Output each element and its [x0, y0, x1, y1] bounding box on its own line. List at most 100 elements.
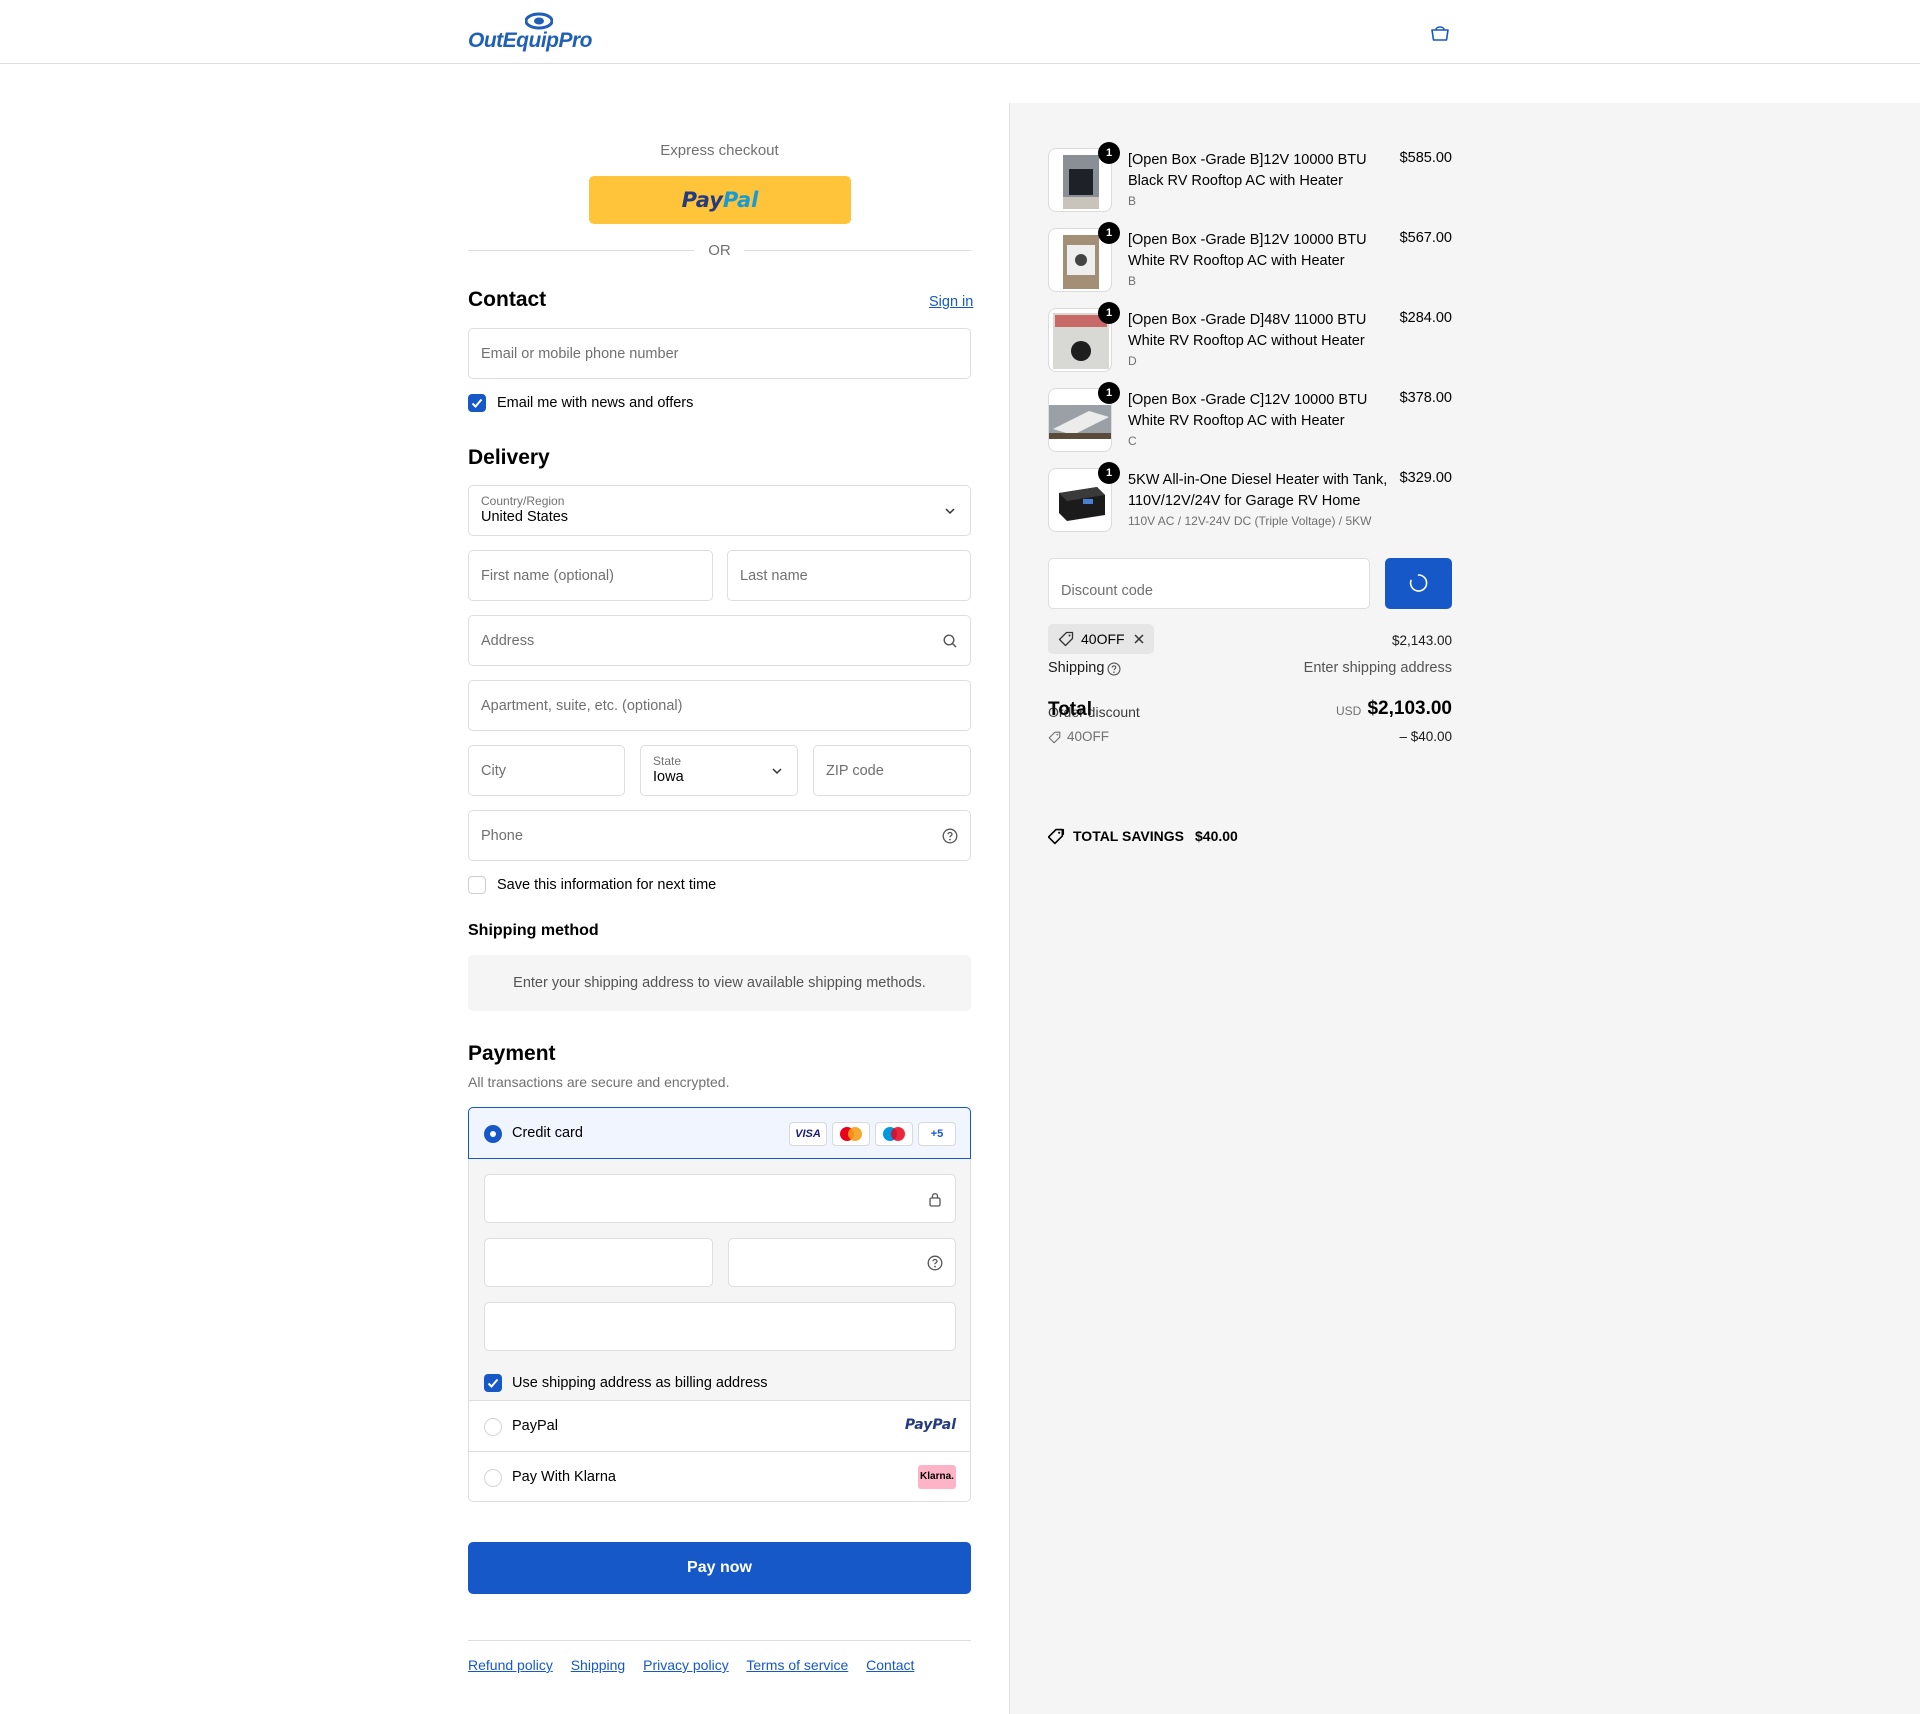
credit-card-radio[interactable]	[484, 1125, 502, 1143]
privacy-policy-link[interactable]: Privacy policy	[643, 1657, 729, 1673]
shopping-bag-icon[interactable]	[1430, 24, 1450, 42]
shipping-method-message: Enter your shipping address to view avai…	[468, 955, 971, 1011]
state-value: Iowa	[653, 769, 684, 785]
last-name-field[interactable]: Last name	[727, 550, 971, 601]
chevron-down-icon	[772, 767, 782, 774]
more-cards-badge: +5	[918, 1122, 956, 1146]
contact-link[interactable]: Contact	[866, 1657, 914, 1673]
search-icon	[943, 633, 957, 647]
phone-field[interactable]: Phone	[468, 810, 971, 861]
tag-icon	[1048, 731, 1061, 744]
security-code-field[interactable]	[728, 1238, 956, 1287]
first-name-field[interactable]: First name (optional)	[468, 550, 713, 601]
applied-code: 40OFF	[1081, 631, 1125, 647]
credit-card-form: Use shipping address as billing address	[469, 1159, 970, 1401]
shipping-method-heading: Shipping method	[468, 922, 599, 939]
savings-tag-icon	[1048, 828, 1065, 845]
news-label: Email me with news and offers	[497, 395, 694, 411]
item-name: [Open Box -Grade D]48V 11000 BTU White R…	[1128, 312, 1367, 349]
discount-code-field[interactable]: Discount code	[1048, 558, 1370, 609]
item-name: 5KW All-in-One Diesel Heater with Tank, …	[1128, 472, 1388, 509]
or-text: OR	[708, 242, 731, 259]
discount-placeholder: Discount code	[1061, 583, 1153, 599]
cart-item: 1 [Open Box -Grade D]48V 11000 BTU White…	[1048, 302, 1452, 378]
currency-code: USD	[1336, 704, 1362, 718]
address-field[interactable]: Address	[468, 615, 971, 666]
shipping-link[interactable]: Shipping	[571, 1657, 626, 1673]
discount-amount: – $40.00	[1399, 729, 1452, 744]
paypal-express-button[interactable]: Pay Pal	[589, 176, 851, 224]
klarna-logo: Klarna.	[918, 1465, 956, 1489]
logo-mark-icon	[525, 12, 553, 30]
item-price: $567.00	[1399, 230, 1452, 246]
item-name: [Open Box -Grade B]12V 10000 BTU White R…	[1128, 232, 1367, 269]
cart-item: 1 5KW All-in-One Diesel Heater with Tank…	[1048, 462, 1452, 538]
refund-policy-link[interactable]: Refund policy	[468, 1657, 553, 1673]
cart-item: 1 [Open Box -Grade C]12V 10000 BTU White…	[1048, 382, 1452, 458]
klarna-option[interactable]: Pay With Klarna Klarna.	[469, 1453, 970, 1502]
email-field[interactable]: Email or mobile phone number	[468, 328, 971, 379]
klarna-label: Pay With Klarna	[512, 1469, 616, 1485]
zip-placeholder: ZIP code	[826, 762, 884, 779]
lock-icon	[929, 1192, 941, 1207]
credit-card-label: Credit card	[512, 1125, 583, 1141]
check-icon	[487, 1378, 499, 1388]
subtotal-value: $2,143.00	[1391, 633, 1452, 648]
quantity-badge: 1	[1098, 142, 1120, 164]
state-select[interactable]: State Iowa	[640, 745, 798, 796]
billing-address-checkbox[interactable]	[484, 1374, 502, 1392]
state-label: State	[653, 754, 682, 768]
or-divider: OR	[468, 240, 971, 260]
billing-address-label: Use shipping address as billing address	[512, 1375, 768, 1391]
quantity-badge: 1	[1098, 222, 1120, 244]
zip-field[interactable]: ZIP code	[813, 745, 971, 796]
cart-item: 1 [Open Box -Grade B]12V 10000 BTU White…	[1048, 222, 1452, 298]
applied-discount-tag: 40OFF	[1048, 624, 1154, 654]
total-savings-label: TOTAL SAVINGS	[1073, 828, 1184, 844]
shipping-label: Shipping	[1048, 660, 1105, 676]
payment-subtitle: All transactions are secure and encrypte…	[468, 1074, 730, 1090]
payment-methods: Credit card VISA +5 Use shipping address…	[468, 1107, 971, 1502]
save-info-label: Save this information for next time	[497, 877, 717, 893]
spinner-icon	[1409, 574, 1428, 592]
paypal-logo-pal: Pal	[722, 188, 759, 212]
country-select[interactable]: Country/Region United States	[468, 485, 971, 536]
name-on-card-field[interactable]	[484, 1302, 956, 1351]
help-circle-icon[interactable]	[927, 1255, 943, 1271]
contact-heading: Contact	[468, 288, 547, 311]
sign-in-link[interactable]: Sign in	[929, 294, 973, 310]
expiration-date-field[interactable]	[484, 1238, 713, 1287]
save-info-checkbox[interactable]	[468, 876, 486, 894]
footer-divider	[468, 1640, 971, 1641]
brand-logo[interactable]: OutEquipPro	[468, 12, 608, 52]
quantity-badge: 1	[1098, 382, 1120, 404]
item-price: $378.00	[1399, 390, 1452, 406]
city-field[interactable]: City	[468, 745, 625, 796]
item-name: [Open Box -Grade B]12V 10000 BTU Black R…	[1128, 152, 1367, 189]
apartment-placeholder: Apartment, suite, etc. (optional)	[481, 697, 683, 714]
apply-discount-button[interactable]	[1385, 558, 1452, 609]
city-placeholder: City	[481, 762, 506, 779]
news-checkbox[interactable]	[468, 394, 486, 412]
shipping-help-icon[interactable]	[1107, 662, 1121, 676]
email-placeholder: Email or mobile phone number	[481, 345, 679, 362]
item-variant: C	[1128, 434, 1137, 448]
cart-item: 1 [Open Box -Grade B]12V 10000 BTU Black…	[1048, 142, 1452, 218]
paypal-radio[interactable]	[484, 1418, 502, 1436]
country-value: United States	[481, 509, 569, 525]
total-value: $2,103.00	[1367, 698, 1452, 719]
maestro-icon	[875, 1122, 913, 1146]
card-number-field[interactable]	[484, 1174, 956, 1223]
pay-now-button[interactable]: Pay now	[468, 1542, 971, 1594]
klarna-radio[interactable]	[484, 1469, 502, 1487]
credit-card-option[interactable]: Credit card VISA +5	[468, 1107, 971, 1159]
help-circle-icon[interactable]	[942, 828, 958, 844]
remove-discount-icon[interactable]	[1133, 633, 1145, 645]
item-variant: 110V AC / 12V-24V DC (Triple Voltage) / …	[1128, 514, 1372, 528]
terms-of-service-link[interactable]: Terms of service	[746, 1657, 848, 1673]
chevron-down-icon	[945, 507, 955, 514]
paypal-option[interactable]: PayPal PayPal	[469, 1402, 970, 1452]
apartment-field[interactable]: Apartment, suite, etc. (optional)	[468, 680, 971, 731]
paypal-logo-pay: Pay	[681, 188, 723, 212]
tag-icon	[1058, 631, 1074, 647]
